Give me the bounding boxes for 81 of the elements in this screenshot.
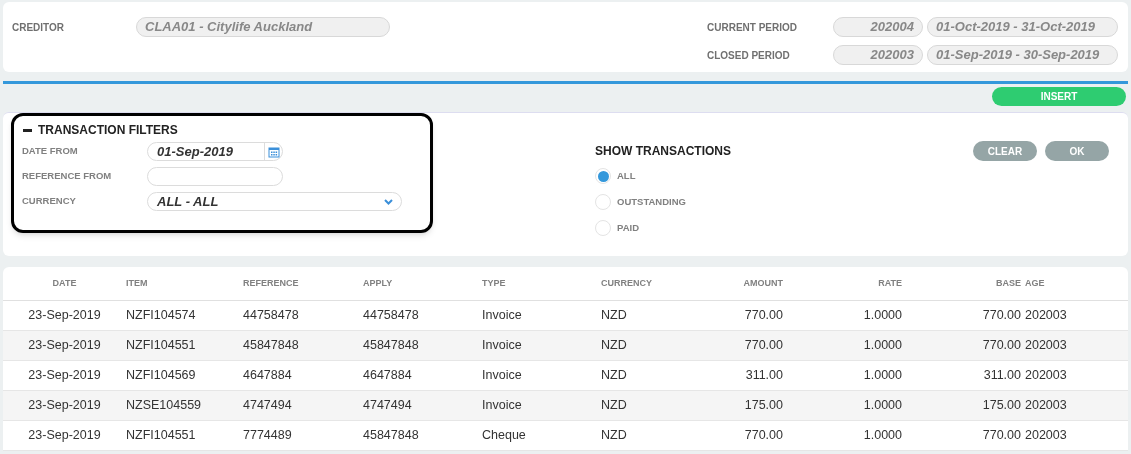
- table-cell-text: 4647884: [243, 367, 293, 385]
- period-field: 202003: [833, 45, 923, 65]
- table-cell-text: 1.0000: [862, 397, 902, 415]
- table-cell-text: NZFI104574: [125, 307, 197, 325]
- table-cell-text: 202003: [1024, 307, 1068, 325]
- field-label: CURRENT PERIOD: [707, 20, 798, 35]
- table-cell-text: 311.00: [982, 367, 1021, 385]
- table-cell-text: 770.00: [743, 307, 783, 325]
- table-cell-text: 44758478: [243, 307, 300, 325]
- field-label: CLOSED PERIOD: [707, 48, 791, 63]
- column-header: TYPE: [482, 276, 507, 290]
- table-cell-text: 202003: [1024, 427, 1068, 445]
- table-cell-text: 23-Sep-2019: [27, 337, 102, 355]
- column-header: AGE: [1024, 276, 1046, 290]
- field-label: CREDITOR: [12, 21, 66, 35]
- table-cell-text: 770.00: [981, 337, 1021, 355]
- period-range-field: 01-Sep-2019 - 30-Sep-2019: [927, 45, 1118, 65]
- period-field: 202004: [833, 17, 923, 37]
- table-cell-text: 770.00: [981, 427, 1021, 445]
- table-cell-text: 311.00: [744, 367, 783, 385]
- table-cell-text: NZFI104551: [125, 337, 197, 355]
- table-row[interactable]: 23-Sep-2019 NZFI104551 45847848 45847848 Invoice NZD 770.00 1.0000 770.00 202003: [3, 331, 1128, 361]
- table-cell-text: 175.00: [981, 397, 1021, 415]
- table-cell-text: 23-Sep-2019: [27, 397, 102, 415]
- table-cell-text: 23-Sep-2019: [27, 427, 102, 445]
- table-cell-text: 1.0000: [862, 337, 902, 355]
- section-title: SHOW TRANSACTIONS: [595, 143, 731, 160]
- table-cell-text: NZSE104559: [125, 397, 203, 415]
- table-cell-text: 1.0000: [862, 367, 902, 385]
- table-cell-text: 770.00: [743, 337, 783, 355]
- table-cell-text: 202003: [1024, 397, 1068, 415]
- table-cell-text: 1.0000: [862, 427, 902, 445]
- table-cell-text: 1.0000: [862, 307, 902, 325]
- table-cell-text: NZFI104551: [125, 427, 197, 445]
- table-row[interactable]: 23-Sep-2019 NZSE104559 4747494 4747494 Invoice NZD 175.00 1.0000 175.00 202003: [3, 391, 1128, 421]
- table-cell-text: 770.00: [981, 307, 1021, 325]
- field-label: DATE FROM: [22, 144, 79, 159]
- column-header: APPLY: [363, 276, 394, 290]
- table-cell-text: 44758478: [363, 307, 420, 325]
- radio-option[interactable]: OUTSTANDING: [595, 189, 731, 215]
- column-header: ITEM: [125, 276, 149, 290]
- input-field[interactable]: [147, 167, 283, 186]
- table-cell-text: Invoice: [482, 337, 523, 355]
- table-cell-text: Cheque: [482, 427, 527, 445]
- table-cell-text: 23-Sep-2019: [27, 307, 102, 325]
- table-cell-text: 770.00: [743, 427, 783, 445]
- table-cell-text: 202003: [1024, 367, 1068, 385]
- table-cell-text: Invoice: [482, 307, 523, 325]
- column-header: DATE: [51, 276, 78, 290]
- radio-option[interactable]: ALL: [595, 163, 731, 189]
- table-cell-text: 23-Sep-2019: [27, 367, 102, 385]
- table-cell-text: NZD: [601, 427, 628, 445]
- table-cell-text: 45847848: [363, 427, 420, 445]
- column-header: RATE: [877, 276, 902, 290]
- table-cell-text: NZD: [601, 367, 628, 385]
- table-cell-text: Invoice: [482, 367, 523, 385]
- table-cell-text: Invoice: [482, 397, 523, 415]
- calendar-icon[interactable]: [264, 143, 282, 160]
- table-cell-text: 7774489: [243, 427, 293, 445]
- table-cell-text: 4747494: [243, 397, 293, 415]
- column-header: BASE: [995, 276, 1021, 290]
- column-header: REFERENCE: [243, 276, 300, 290]
- table-cell-text: 45847848: [363, 337, 420, 355]
- field-label: CURRENCY: [22, 194, 77, 209]
- table-cell-text: NZD: [601, 307, 628, 325]
- table-cell-text: NZD: [601, 397, 628, 415]
- radio-option[interactable]: PAID: [595, 215, 731, 241]
- creditor-field: CLAA01 - Citylife Auckland: [136, 17, 390, 37]
- field-label: REFERENCE FROM: [22, 169, 113, 184]
- table-cell-text: 4747494: [363, 397, 413, 415]
- chevron-down-icon: [384, 198, 393, 205]
- section-title: TRANSACTION FILTERS: [38, 122, 178, 139]
- table-cell-text: NZD: [601, 337, 628, 355]
- table-cell-text: 45847848: [243, 337, 300, 355]
- column-header: AMOUNT: [742, 276, 783, 290]
- column-header: CURRENCY: [601, 276, 653, 290]
- table-cell-text: 202003: [1024, 337, 1068, 355]
- table-cell-text: NZFI104569: [125, 367, 197, 385]
- table-cell-text: 175.00: [743, 397, 783, 415]
- table-cell-text: 4647884: [363, 367, 413, 385]
- period-range-field: 01-Oct-2019 - 31-Oct-2019: [927, 17, 1118, 37]
